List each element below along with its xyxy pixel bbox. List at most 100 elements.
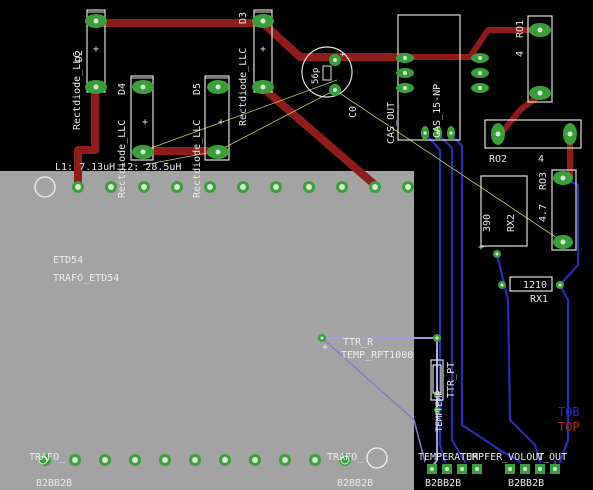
label-etd54: ETD54 — [53, 255, 83, 266]
label-cas-out: CAS_OUT — [386, 102, 397, 144]
label-rect-d5: Rectdiode_LLC — [192, 120, 203, 198]
trafo-bottom-pad-4-hole — [132, 457, 138, 463]
label-rx2-val: 390 — [482, 214, 493, 232]
pad-d5-2-hole — [215, 149, 221, 155]
pad-c0-2-hole — [333, 88, 337, 92]
connector-pad-5-hole — [508, 467, 512, 471]
trafo-bottom-pad-3-hole — [102, 457, 108, 463]
label-l1: L1: 7.13uH L2: 28.5uH — [55, 162, 181, 173]
pad-ttr-2-hole — [435, 336, 439, 340]
trafo-bottom-pad-8-hole — [252, 457, 258, 463]
pad-cas-b3-hole — [449, 131, 453, 135]
connector-pad-6-hole — [523, 467, 527, 471]
label-rx1-val: 1210 — [523, 280, 547, 291]
pad-cas-l1-hole — [403, 56, 407, 60]
pad-rx2-hole — [495, 252, 499, 256]
d2-plus: + — [93, 44, 99, 55]
trafo-top-pad-1-hole — [75, 184, 81, 190]
trafo-top-pad-9-hole — [339, 184, 345, 190]
trafo-bottom-pad-6-hole — [192, 457, 198, 463]
pcb-board: + + + + + D2 D3 D4 D5 Rectdiode_LLC Rect… — [0, 0, 593, 490]
pad-cas-r2-hole — [478, 71, 482, 75]
connector-pad-7-hole — [538, 467, 542, 471]
label-ro3: RO3 — [538, 172, 549, 190]
label-c0-value: 56p — [311, 68, 321, 84]
label-b2bb-bottom-1: B2BB2B — [425, 478, 461, 489]
label-ro2: RO2 — [489, 154, 507, 165]
label-cas-15: CAS_15-NP — [432, 84, 443, 138]
pad-cas-l3-hole — [403, 86, 407, 90]
pad-ro1-2-hole — [537, 90, 543, 96]
origin-cross-trafo: + — [222, 454, 228, 465]
origin-cross-ttr: + — [322, 342, 328, 353]
pad-rx1-2-hole — [558, 283, 562, 287]
label-temp-rpt: TEMP_RPT1000 — [341, 350, 413, 361]
label-trafo-etd54: TRAFO_ETD54 — [53, 273, 119, 284]
connector-pad-4-hole — [475, 467, 479, 471]
label-b2bb2b-left: B2BB2B — [36, 478, 72, 489]
trafo-body — [0, 171, 414, 490]
pad-rx1-1-hole — [500, 283, 504, 287]
label-rect-d3: Rectdiode_LLC — [238, 48, 249, 126]
label-c0-name: C0 — [348, 106, 359, 118]
trafo-bottom-pad-10-hole — [312, 457, 318, 463]
label-ttr-r: TTR_R — [343, 337, 374, 348]
pad-cas-b1-hole — [423, 131, 427, 135]
label-ro1: RO1 — [515, 20, 526, 38]
label-ttr-pt: TTR_PT — [446, 362, 457, 398]
trafo-bottom-pad-9-hole — [282, 457, 288, 463]
trafo-bottom-pad-5-hole — [162, 457, 168, 463]
label-conn-top-2: TEMPFER_VOLOUT — [460, 452, 544, 463]
origin-cross-rx2: + — [478, 242, 484, 253]
d3-plus: + — [260, 44, 266, 55]
connector-pad-8-hole — [553, 467, 557, 471]
trafo-top-pad-2-hole — [108, 184, 114, 190]
connector-pad-3-hole — [460, 467, 464, 471]
d5-plus: + — [218, 117, 224, 128]
connector-pad-1-hole — [430, 467, 434, 471]
trafo-top-pad-6-hole — [240, 184, 246, 190]
trafo-top-pad-5-hole — [207, 184, 213, 190]
label-rx1: RX1 — [530, 294, 548, 305]
label-rect-d4: Rectdiode_LLC — [117, 120, 128, 198]
pad-ro2-2-hole — [567, 131, 573, 137]
c0-plus: + — [340, 50, 346, 60]
layer-label-top: TOP — [558, 420, 580, 434]
connector-pad-2-hole — [445, 467, 449, 471]
pad-d2-1-hole — [93, 18, 99, 24]
pad-ttr-1-hole — [320, 336, 324, 340]
label-rx2: RX2 — [506, 214, 517, 232]
trafo-top-pad-11-hole — [405, 184, 411, 190]
trafo-top-pad-8-hole — [306, 184, 312, 190]
pad-d4-2-hole — [140, 149, 146, 155]
label-b2bb-bottom-2: B2BB2B — [508, 478, 544, 489]
trafo-bottom-pad-2-hole — [72, 457, 78, 463]
label-b2bb2b-right: B2BB2B — [337, 478, 373, 489]
trafo-top-pad-10-hole — [372, 184, 378, 190]
pad-d3-2-hole — [260, 84, 266, 90]
pad-ro2-1-hole — [495, 131, 501, 137]
trafo-top-pad-4-hole — [174, 184, 180, 190]
pad-ro1-1-hole — [537, 27, 543, 33]
pad-cas-r3-hole — [478, 86, 482, 90]
label-temp-vert: TEMP — [435, 390, 445, 412]
label-d5: D5 — [192, 83, 203, 95]
label-d3: D3 — [238, 12, 249, 24]
pad-d5-1-hole — [215, 84, 221, 90]
pad-cas-r1-hole — [478, 56, 482, 60]
label-v-out: V_OUT — [537, 452, 567, 463]
label-trafo-left: TRAFO_ — [29, 452, 66, 463]
pad-d3-1-hole — [260, 18, 266, 24]
pad-ro3-1-hole — [560, 175, 566, 181]
label-rect-d2: Rectdiode_LLC — [72, 52, 83, 130]
pad-d4-1-hole — [140, 84, 146, 90]
trafo-top-pad-7-hole — [273, 184, 279, 190]
label-temp-vert-2: TEMP — [435, 410, 445, 432]
label-d4: D4 — [117, 83, 128, 95]
pad-cas-l2-hole — [403, 71, 407, 75]
d4-plus: + — [142, 117, 148, 128]
layer-label-bottom: TOB — [558, 405, 580, 419]
label-ro1-val: 4 — [515, 51, 526, 57]
trafo-top-pad-3-hole — [141, 184, 147, 190]
pad-ro3-2-hole — [560, 239, 566, 245]
